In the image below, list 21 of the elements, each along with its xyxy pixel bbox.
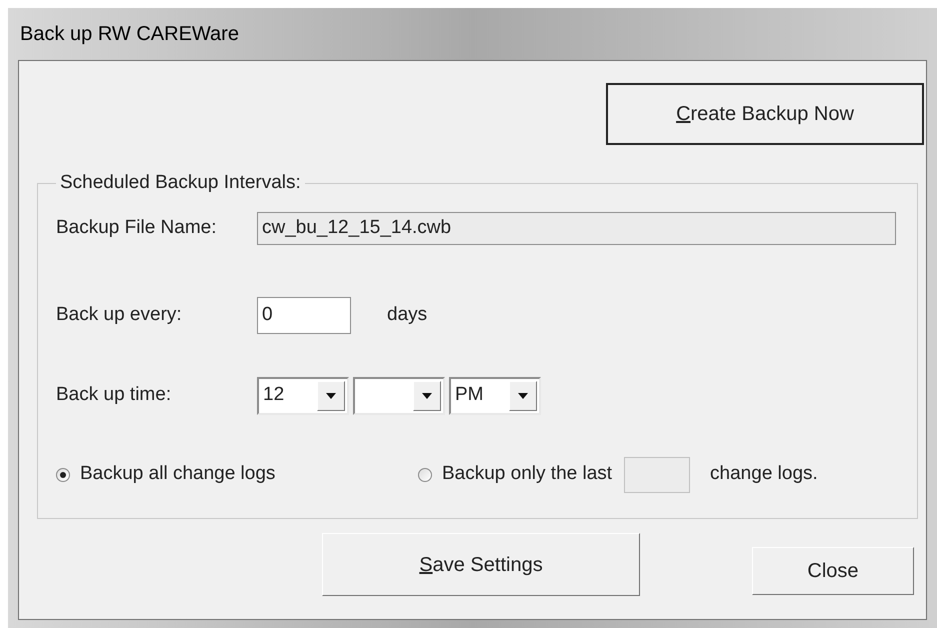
dropdown[interactable] xyxy=(353,376,445,414)
count-field[interactable] xyxy=(624,456,690,492)
radio-button[interactable] xyxy=(418,468,432,482)
create-backup-button[interactable]: Create Backup Now xyxy=(606,83,924,145)
save-settings-button[interactable]: Save Settings xyxy=(322,533,640,596)
days-field[interactable]: 0 xyxy=(257,296,351,334)
field-label: Back up every: xyxy=(56,302,183,327)
group-title: Scheduled Backup Intervals: xyxy=(59,171,302,195)
field-label: Back up time: xyxy=(56,383,172,408)
dropdown-value: PM xyxy=(455,383,484,408)
close-button[interactable]: Close xyxy=(752,547,914,595)
field-label: Backup File Name: xyxy=(56,216,218,240)
radio-button[interactable] xyxy=(56,468,70,482)
option-label: Backup only the last xyxy=(442,462,612,486)
dropdown[interactable]: 12 xyxy=(257,376,349,414)
dropdown-value: 12 xyxy=(263,383,284,408)
option-label: change logs. xyxy=(710,462,818,486)
window-title: Back up RW CAREWare xyxy=(20,22,239,47)
unit-label: days xyxy=(387,302,428,327)
dropdown[interactable]: PM xyxy=(449,376,541,414)
option-label: Backup all change logs xyxy=(80,462,276,486)
